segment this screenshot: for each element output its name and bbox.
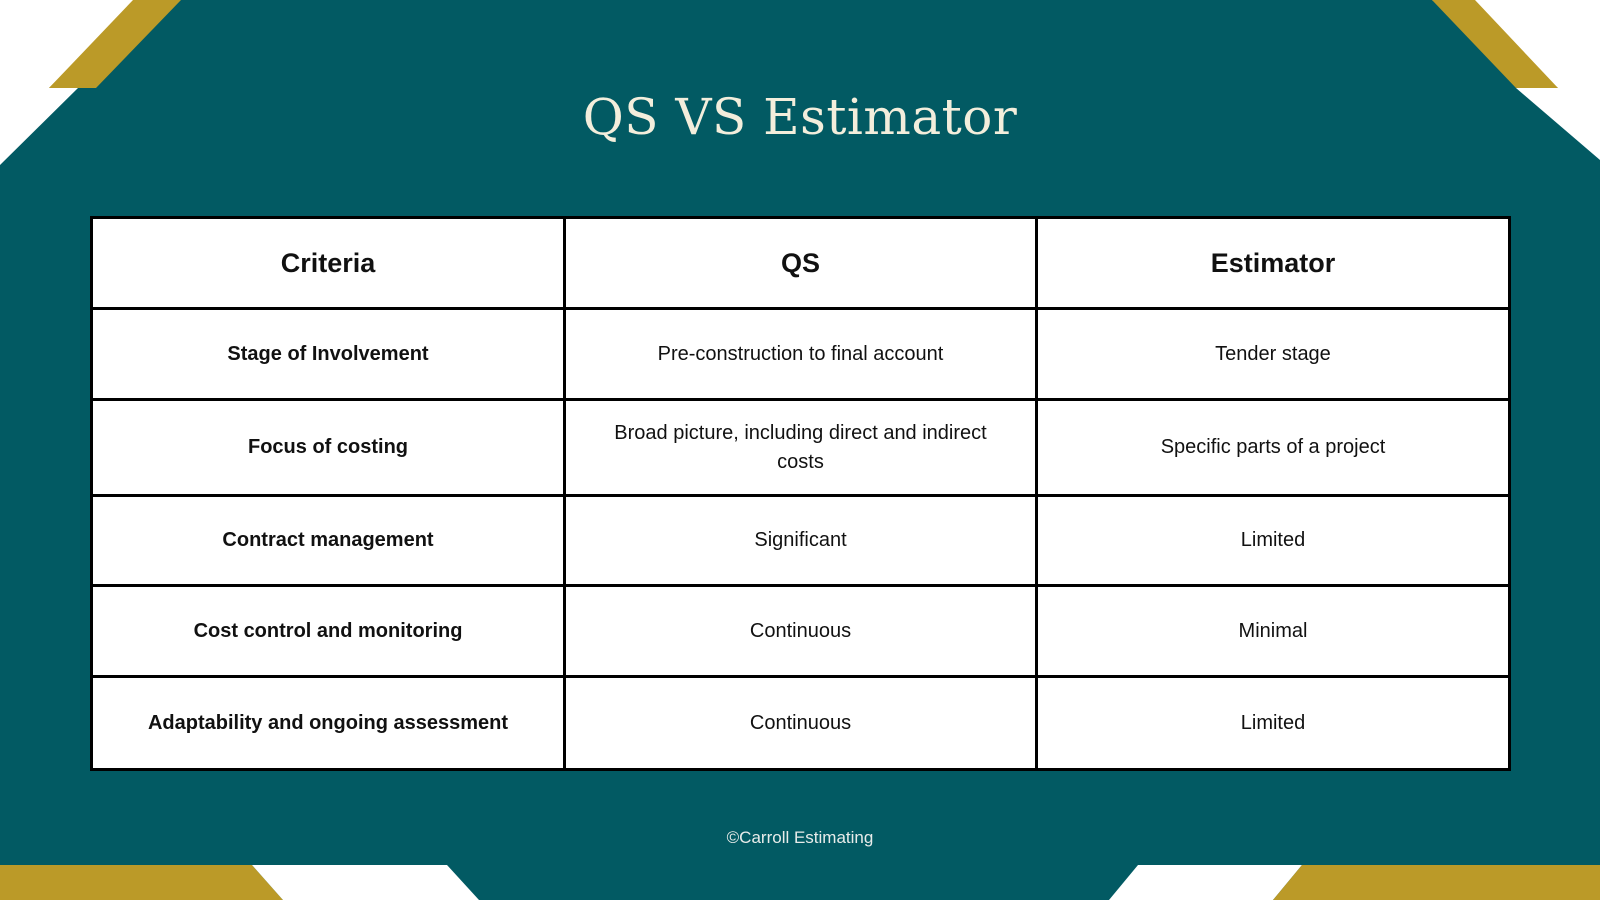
estimator-cell: Minimal — [1035, 584, 1511, 678]
qs-cell: Pre-construction to final account — [563, 307, 1038, 401]
estimator-cell: Limited — [1035, 494, 1511, 587]
qs-cell: Broad picture, including direct and indi… — [563, 398, 1038, 497]
header-criteria: Criteria — [90, 216, 566, 310]
table-row: Contract management Significant Limited — [90, 494, 1511, 587]
estimator-cell: Tender stage — [1035, 307, 1511, 401]
header-qs: QS — [563, 216, 1038, 310]
header-estimator: Estimator — [1035, 216, 1511, 310]
estimator-cell: Specific parts of a project — [1035, 398, 1511, 497]
page-title: QS VS Estimator — [582, 88, 1018, 146]
bottom-left-gold-band — [0, 865, 283, 900]
copyright-footer: ©Carroll Estimating — [726, 828, 874, 847]
criteria-cell: Cost control and monitoring — [90, 584, 566, 678]
estimator-cell: Limited — [1035, 675, 1511, 771]
comparison-table: Criteria QS Estimator Stage of Involveme… — [90, 216, 1511, 771]
table-row: Cost control and monitoring Continuous M… — [90, 584, 1511, 678]
bottom-right-white-band — [1109, 865, 1302, 900]
table-row: Focus of costing Broad picture, includin… — [90, 398, 1511, 497]
criteria-cell: Stage of Involvement — [90, 307, 566, 401]
table-row: Stage of Involvement Pre-construction to… — [90, 307, 1511, 401]
table-header-row: Criteria QS Estimator — [90, 216, 1511, 310]
bottom-left-white-band — [252, 865, 479, 900]
qs-cell: Continuous — [563, 584, 1038, 678]
criteria-cell: Contract management — [90, 494, 566, 587]
qs-cell: Significant — [563, 494, 1038, 587]
table-row: Adaptability and ongoing assessment Cont… — [90, 675, 1511, 771]
bottom-right-gold-band — [1273, 865, 1600, 900]
criteria-cell: Focus of costing — [90, 398, 566, 497]
criteria-cell: Adaptability and ongoing assessment — [90, 675, 566, 771]
qs-cell: Continuous — [563, 675, 1038, 771]
